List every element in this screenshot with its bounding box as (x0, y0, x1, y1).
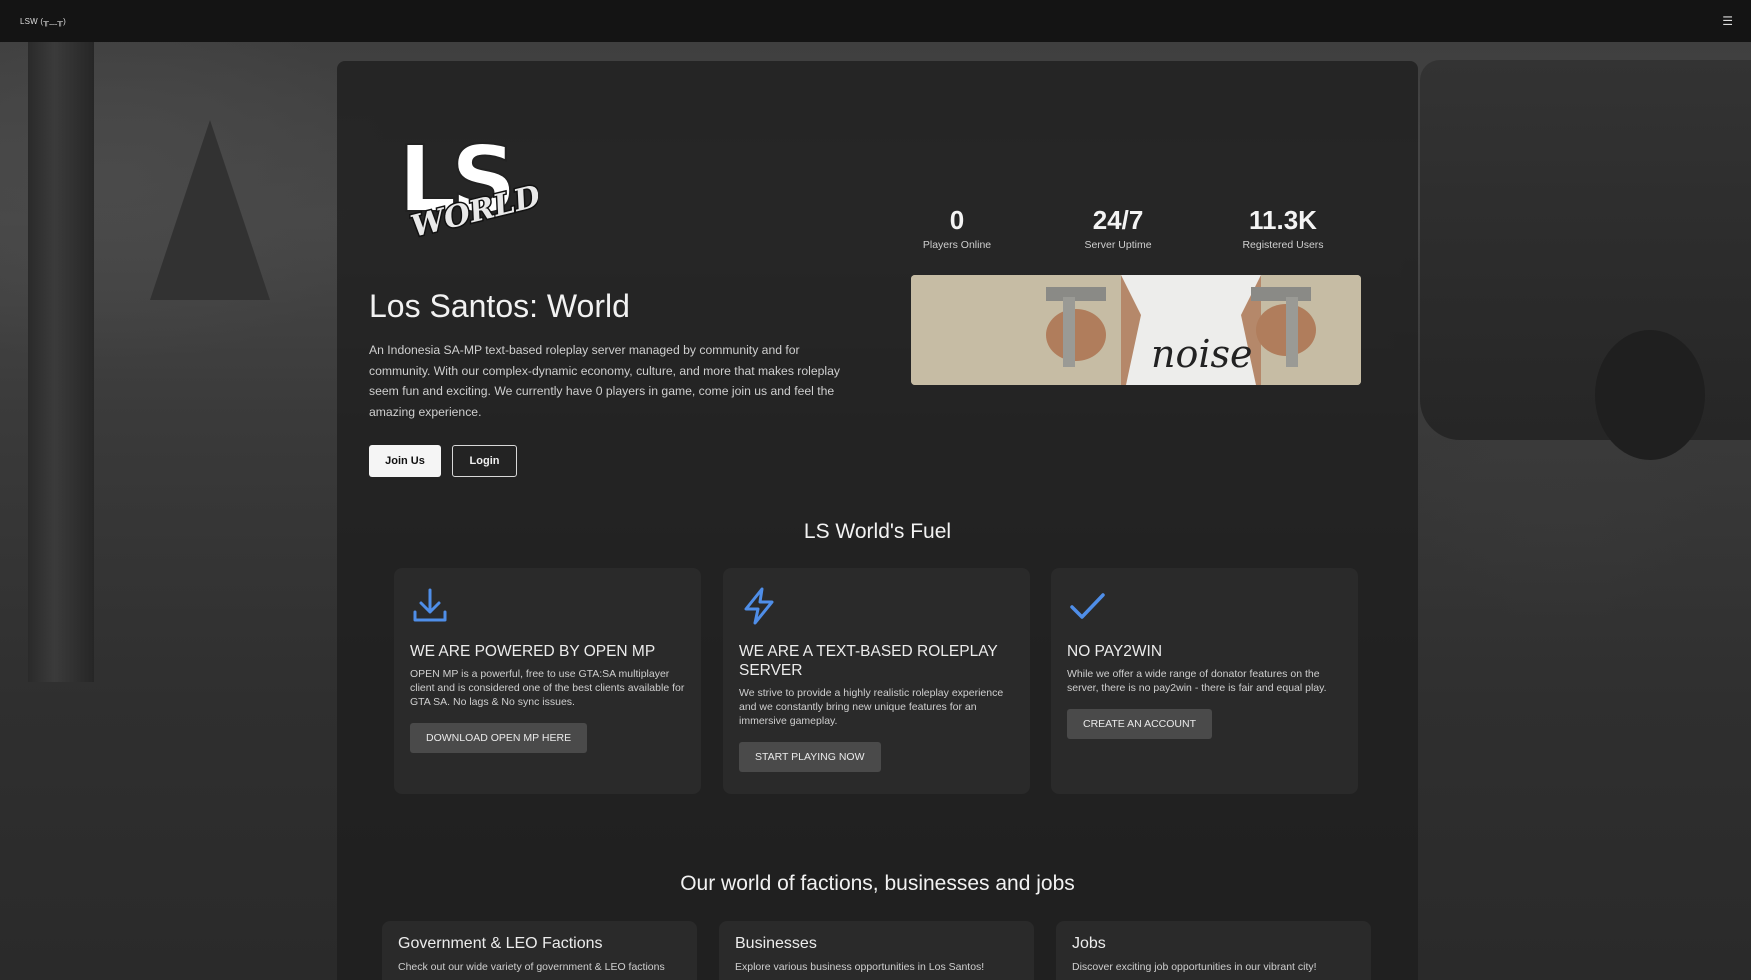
lightning-icon (744, 587, 774, 625)
category-card-businesses[interactable]: Businesses Explore various business oppo… (719, 921, 1034, 980)
ls-world-logo: LS WORLD (398, 133, 538, 245)
category-card-jobs[interactable]: Jobs Discover exciting job opportunities… (1056, 921, 1371, 980)
feature-heading: WE ARE POWERED BY OPEN MP (410, 643, 656, 660)
category-heading: Government & LEO Factions (398, 935, 603, 952)
join-us-button[interactable]: Join Us (369, 445, 441, 477)
category-text: Check out our wide variety of government… (398, 961, 665, 973)
stat-value: 24/7 (1092, 205, 1144, 235)
stat-label: Server Uptime (1084, 239, 1152, 251)
hamburger-menu-icon[interactable]: ☰ (1722, 14, 1733, 28)
truck-wheel-image (1595, 330, 1705, 460)
stat-players-online: 0 Players Online (907, 205, 1007, 251)
hero-gameplay-image: noise (911, 275, 1361, 385)
feature-text: While we offer a wide range of donator f… (1067, 668, 1327, 694)
feature-text: We strive to provide a highly realistic … (739, 687, 1004, 727)
svg-text:noise: noise (1151, 332, 1253, 376)
navbar-brand[interactable]: LSW (╥﹏╥) (20, 16, 66, 27)
page-title: Los Santos: World (369, 288, 630, 324)
login-button[interactable]: Login (452, 445, 517, 477)
stat-value: 11.3K (1249, 205, 1317, 235)
tree-trunk-image (28, 42, 94, 682)
stat-label: Registered Users (1242, 239, 1324, 251)
stat-label: Players Online (922, 239, 992, 251)
category-card-government[interactable]: Government & LEO Factions Check out our … (382, 921, 697, 980)
category-heading: Jobs (1072, 935, 1106, 952)
feature-heading: NO PAY2WIN (1067, 643, 1163, 660)
feature-text: OPEN MP is a powerful, free to use GTA:S… (410, 668, 685, 708)
download-icon (413, 588, 447, 622)
top-navbar: LSW (╥﹏╥) ☰ (0, 0, 1751, 42)
pine-tree-image (150, 120, 270, 300)
stat-server-uptime: 24/7 Server Uptime (1060, 205, 1176, 251)
section-title-world: Our world of factions, businesses and jo… (680, 872, 1075, 895)
start-playing-button[interactable]: START PLAYING NOW (739, 742, 881, 772)
stat-registered-users: 11.3K Registered Users (1223, 205, 1343, 251)
create-account-button[interactable]: CREATE AN ACCOUNT (1067, 709, 1212, 739)
feature-heading: WE ARE A TEXT-BASED ROLEPLAY SERVER (739, 643, 998, 679)
check-icon (1070, 593, 1105, 619)
category-text: Discover exciting job opportunities in o… (1072, 961, 1317, 973)
feature-card-open-mp: WE ARE POWERED BY OPEN MP OPEN MP is a p… (394, 568, 701, 794)
feature-card-text-based: WE ARE A TEXT-BASED ROLEPLAY SERVER We s… (723, 568, 1030, 794)
hero-description: An Indonesia SA-MP text-based roleplay s… (369, 343, 840, 419)
category-heading: Businesses (735, 935, 817, 952)
feature-card-no-pay2win: NO PAY2WIN While we offer a wide range o… (1051, 568, 1358, 794)
download-open-mp-button[interactable]: DOWNLOAD OPEN MP HERE (410, 723, 588, 753)
section-title-fuel: LS World's Fuel (803, 520, 952, 543)
category-text: Explore various business opportunities i… (735, 961, 985, 973)
stat-value: 0 (949, 205, 965, 235)
main-panel: LS WORLD Los Santos: World An Indonesia … (337, 61, 1418, 980)
